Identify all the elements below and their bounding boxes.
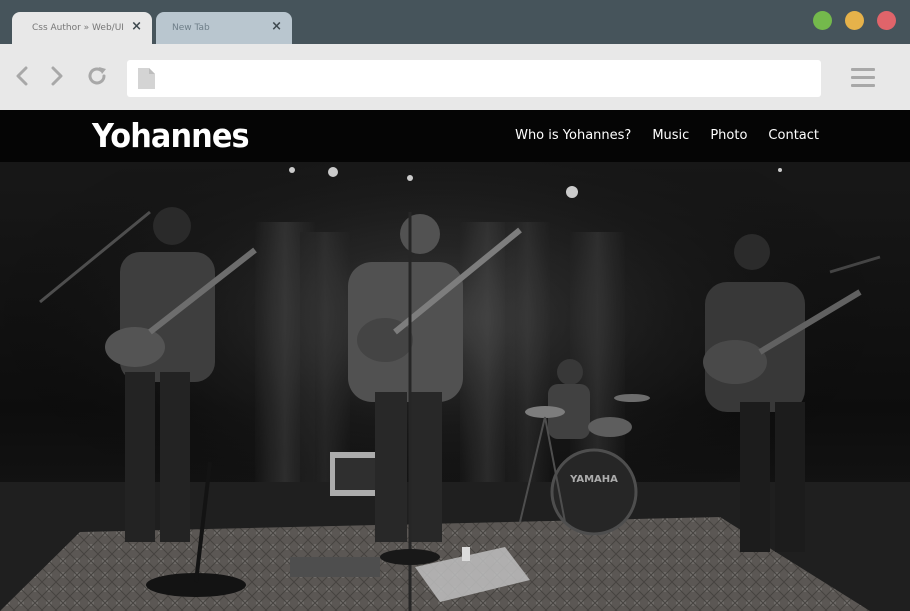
page-icon [138, 68, 155, 89]
nav-link-contact[interactable]: Contact [768, 128, 819, 143]
nav-link-music[interactable]: Music [652, 128, 689, 143]
menu-button[interactable] [851, 68, 875, 88]
browser-toolbar [0, 44, 910, 110]
nav-link-photo[interactable]: Photo [710, 128, 747, 143]
tab-label: New Tab [172, 23, 210, 33]
close-icon[interactable]: × [131, 20, 142, 34]
site-logo[interactable]: Yohannes [92, 116, 250, 155]
page-viewport: Yohannes Who is Yohannes? Music Photo Co… [0, 110, 910, 611]
tab-new[interactable]: New Tab × [156, 12, 292, 44]
forward-button[interactable] [45, 64, 69, 88]
reload-button[interactable] [85, 64, 109, 88]
hero-band-photo: YAMAHA [0, 162, 910, 611]
nav-link-who[interactable]: Who is Yohannes? [515, 128, 631, 143]
site-menu: Who is Yohannes? Music Photo Contact [515, 128, 819, 143]
tab-label: Css Author » Web/UI [32, 23, 124, 33]
address-bar[interactable] [127, 60, 821, 97]
back-button[interactable] [10, 64, 34, 88]
chevron-left-icon [16, 66, 28, 86]
tab-active[interactable]: Css Author » Web/UI × [12, 12, 152, 44]
reload-icon [88, 67, 106, 85]
chevron-right-icon [51, 66, 63, 86]
close-window-button[interactable] [877, 11, 896, 30]
browser-titlebar: Css Author » Web/UI × New Tab × [0, 0, 910, 44]
maximize-button[interactable] [813, 11, 832, 30]
minimize-button[interactable] [845, 11, 864, 30]
site-navbar: Yohannes Who is Yohannes? Music Photo Co… [0, 110, 910, 162]
close-icon[interactable]: × [271, 20, 282, 34]
